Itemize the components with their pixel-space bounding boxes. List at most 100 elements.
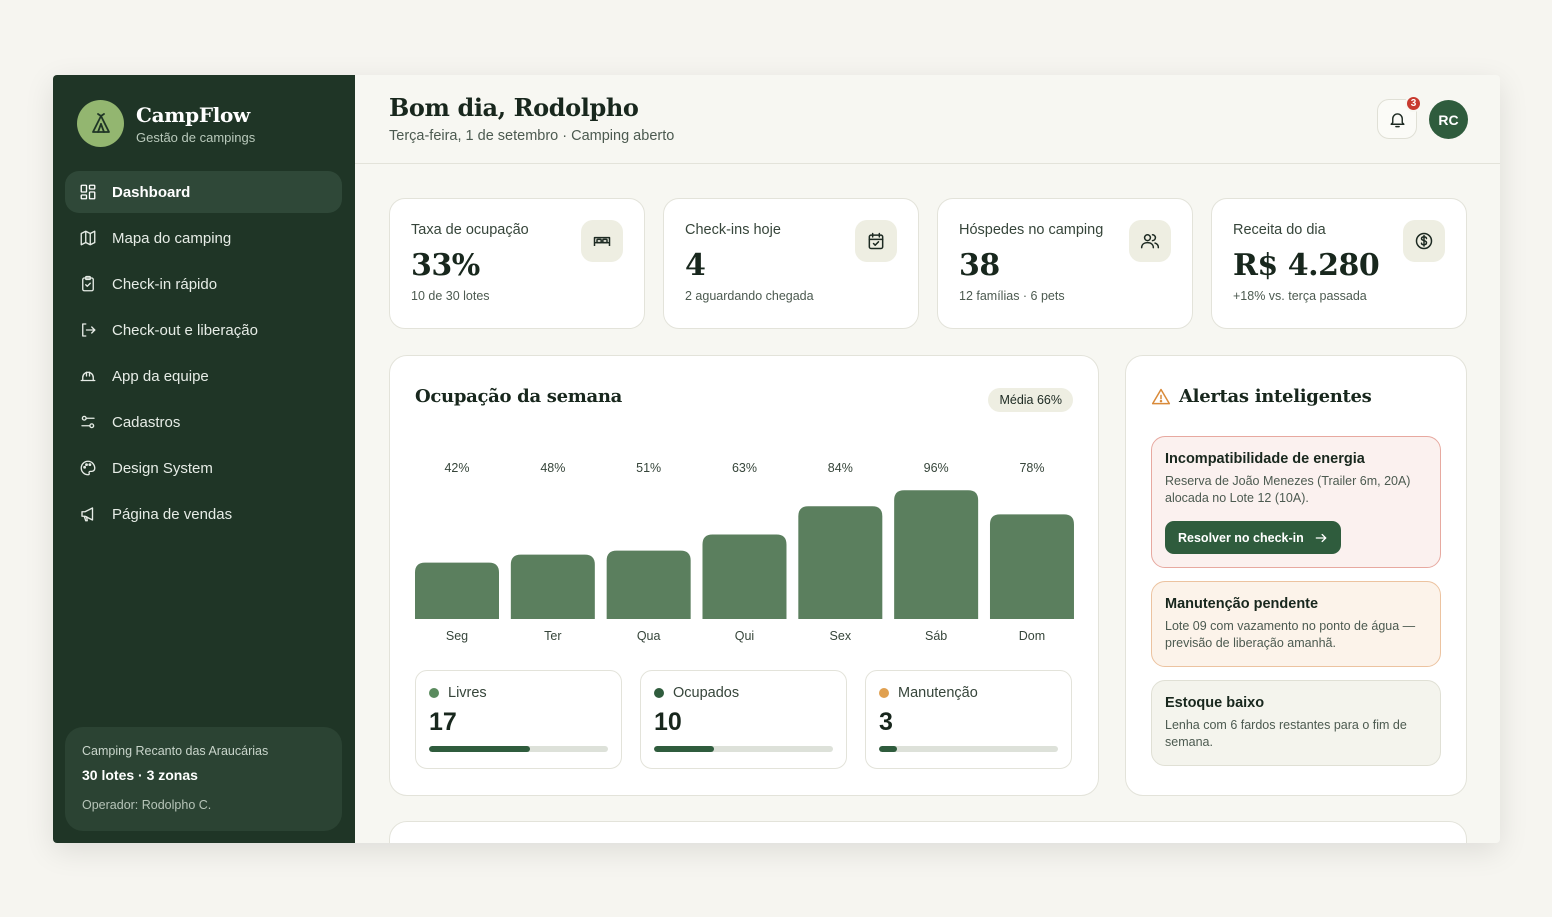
sidebar-item-label: Check-out e liberação xyxy=(112,321,258,339)
bar-ter[interactable] xyxy=(510,554,595,619)
alert-low-stock: Estoque baixo Lenha com 6 fardos restant… xyxy=(1151,680,1441,766)
sidebar-item-sales-page[interactable]: Página de vendas xyxy=(65,493,342,535)
resolve-checkin-button[interactable]: Resolver no check-in xyxy=(1165,521,1341,554)
legend-progress-track xyxy=(429,746,608,752)
calendar-check-icon xyxy=(855,220,897,262)
legend-progress-track xyxy=(879,746,1058,752)
x-tick-label: Sáb xyxy=(925,629,947,643)
sidebar-item-team-app[interactable]: App da equipe xyxy=(65,355,342,397)
bar-dom[interactable] xyxy=(989,514,1074,619)
legend-label: Livres xyxy=(448,685,487,701)
page-subtitle: Terça-feira, 1 de setembro · Camping abe… xyxy=(389,128,675,144)
smart-alerts-card: Alertas inteligentes Incompatibilidade d… xyxy=(1125,355,1467,796)
notifications-button[interactable]: 3 xyxy=(1377,95,1422,139)
warning-icon xyxy=(1151,388,1171,404)
bar-value-label: 96% xyxy=(924,461,949,475)
bar-value-label: 51% xyxy=(636,461,661,475)
bar-sáb[interactable] xyxy=(894,490,979,619)
stat-card-guests: Hóspedes no camping 38 12 famílias · 6 p… xyxy=(937,198,1193,329)
page-title: Bom dia, Rodolpho xyxy=(389,93,639,122)
bar-value-label: 48% xyxy=(540,461,565,475)
sidebar-item-registrations[interactable]: Cadastros xyxy=(65,401,342,443)
alerts-title: Alertas inteligentes xyxy=(1151,386,1372,407)
legend-label: Ocupados xyxy=(673,685,740,701)
weekly-occupancy-card: Ocupação da semana Média 66% 42% Seg 48% Te… xyxy=(389,355,1099,796)
bar-qua[interactable] xyxy=(606,550,691,619)
megaphone-icon xyxy=(81,507,94,522)
dollar-circle-icon xyxy=(1403,220,1445,262)
camping-info-card: Camping Recanto das Araucárias 30 lotes … xyxy=(65,727,342,831)
alert-text: Lote 09 com vazamento no ponto de água —… xyxy=(1165,619,1416,650)
main-content: Bom dia, Rodolpho Terça-feira, 1 de sete… xyxy=(355,75,1500,843)
hard-hat-icon xyxy=(80,371,96,382)
stat-card-occupancy: Taxa de ocupação 33% 10 de 30 lotes xyxy=(389,198,645,329)
sliders-icon xyxy=(81,415,95,429)
bar-value-label: 84% xyxy=(828,461,853,475)
sidebar-item-design-system[interactable]: Design System xyxy=(65,447,342,489)
users-icon xyxy=(1129,220,1171,262)
app-window: CampFlow Gestão de campings Dashboard Ma… xyxy=(53,75,1500,843)
avatar[interactable]: RC xyxy=(1429,100,1468,139)
x-tick-label: Qua xyxy=(637,629,661,643)
legend-value: 17 xyxy=(429,708,457,736)
clipboard-check-icon xyxy=(82,275,94,292)
sidebar-item-checkout[interactable]: Check-out e liberação xyxy=(65,309,342,351)
sidebar: CampFlow Gestão de campings Dashboard Ma… xyxy=(53,75,355,843)
alert-title: Estoque baixo xyxy=(1165,695,1265,711)
sidebar-item-label: Cadastros xyxy=(112,413,181,431)
stat-subtext: 10 de 30 lotes xyxy=(411,289,490,303)
bar-qui[interactable] xyxy=(702,534,787,619)
alert-text: Lenha com 6 fardos restantes para o fim … xyxy=(1165,718,1407,749)
brand[interactable]: CampFlow Gestão de campings xyxy=(77,100,255,147)
weekly-occupancy-chart: 42% Seg 48% Ter 51% Qua 63% Qui 84% Sex 96% Sáb 78% D… xyxy=(415,461,1074,643)
x-tick-label: Ter xyxy=(544,629,561,643)
legend-progress-fill xyxy=(654,746,714,752)
stat-subtext: 12 famílias · 6 pets xyxy=(959,289,1065,303)
stat-card-revenue: Receita do dia R$ 4.280 +18% vs. terça p… xyxy=(1211,198,1467,329)
bell-icon xyxy=(1389,112,1405,127)
stat-subtext: +18% vs. terça passada xyxy=(1233,289,1367,303)
legend-dot xyxy=(879,688,889,698)
grid-icon xyxy=(80,184,96,200)
sidebar-item-label: Dashboard xyxy=(112,183,191,201)
legend-value: 10 xyxy=(654,708,682,736)
sidebar-item-dashboard[interactable]: Dashboard xyxy=(65,171,342,213)
logout-icon xyxy=(82,323,96,337)
alerts-title-text: Alertas inteligentes xyxy=(1179,386,1372,407)
alert-title: Manutenção pendente xyxy=(1165,596,1319,612)
legend-progress-track xyxy=(654,746,833,752)
sidebar-item-map[interactable]: Mapa do camping xyxy=(65,217,342,259)
x-tick-label: Seg xyxy=(446,629,468,643)
camping-lots: 30 lotes · 3 zonas xyxy=(82,767,198,783)
page-header: Bom dia, Rodolpho Terça-feira, 1 de sete… xyxy=(355,75,1500,164)
stat-subtext: 2 aguardando chegada xyxy=(685,289,814,303)
tent-logo-icon xyxy=(77,100,124,147)
bar-seg[interactable] xyxy=(415,562,499,619)
alert-text: Reserva de João Menezes (Trailer 6m, 20A… xyxy=(1165,474,1411,505)
resolve-button-label: Resolver no check-in xyxy=(1178,530,1304,545)
stat-card-checkins: Check-ins hoje 4 2 aguardando chegada xyxy=(663,198,919,329)
x-tick-label: Qui xyxy=(735,629,754,643)
bed-icon xyxy=(581,220,623,262)
alert-title: Incompatibilidade de energia xyxy=(1165,451,1365,467)
legend-progress-fill xyxy=(879,746,897,752)
sidebar-item-label: App da equipe xyxy=(112,367,209,385)
x-tick-label: Dom xyxy=(1019,629,1045,643)
next-section-card xyxy=(389,821,1467,843)
legend-dot xyxy=(429,688,439,698)
brand-name: CampFlow xyxy=(136,102,250,127)
bar-sex[interactable] xyxy=(798,506,883,619)
sidebar-item-label: Design System xyxy=(112,459,213,477)
arrow-right-icon xyxy=(1315,533,1327,542)
notification-count-badge: 3 xyxy=(1405,95,1422,112)
bar-value-label: 78% xyxy=(1019,461,1044,475)
brand-subtitle: Gestão de campings xyxy=(136,129,256,145)
sidebar-item-label: Mapa do camping xyxy=(112,229,232,247)
legend-progress-fill xyxy=(429,746,531,752)
camping-name: Camping Recanto das Araucárias xyxy=(82,744,269,758)
alert-energy-mismatch: Incompatibilidade de energia Reserva de … xyxy=(1151,436,1441,568)
sidebar-item-checkin[interactable]: Check-in rápido xyxy=(65,263,342,305)
legend-free: Livres 17 xyxy=(415,670,622,769)
x-tick-label: Sex xyxy=(830,629,852,643)
alert-pending-maintenance: Manutenção pendente Lote 09 com vazament… xyxy=(1151,581,1441,667)
